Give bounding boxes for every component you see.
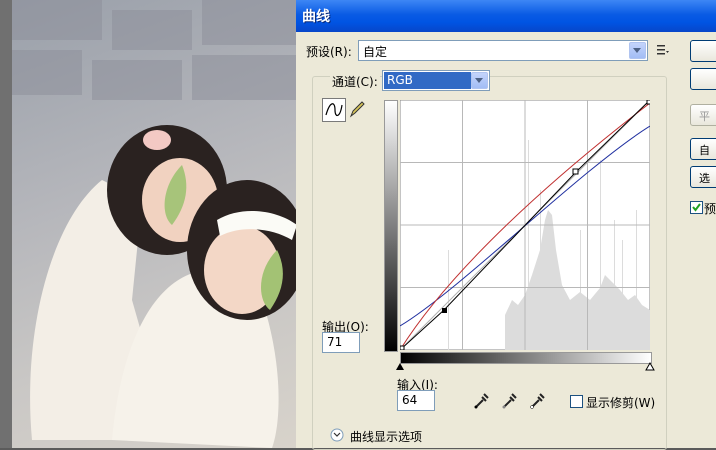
curve-options-label[interactable]: 曲线显示选项 — [350, 428, 422, 445]
options-button-label: 选 — [699, 172, 710, 185]
auto-button-label: 自 — [699, 144, 710, 157]
output-field[interactable]: 71 — [322, 332, 360, 353]
preset-menu-icon[interactable] — [656, 42, 670, 56]
smooth-button-label: 平 — [699, 110, 710, 123]
eyedropper-icon[interactable] — [500, 392, 518, 410]
curve-endpoint[interactable] — [646, 100, 650, 105]
options-button[interactable]: 选 — [690, 166, 716, 188]
smooth-button: 平 — [690, 104, 716, 126]
input-field[interactable]: 64 — [397, 390, 435, 411]
photo-illustration — [12, 0, 296, 448]
show-clipping-checkbox[interactable] — [570, 395, 583, 408]
active-point[interactable] — [442, 308, 447, 313]
preview-checkbox[interactable] — [690, 201, 703, 214]
input-gradient — [400, 352, 652, 364]
chevron-down-icon[interactable] — [629, 42, 646, 59]
preset-select[interactable]: 自定 — [358, 40, 648, 61]
dialog-title: 曲线 — [302, 9, 330, 25]
output-value: 71 — [327, 335, 343, 349]
show-clipping-label[interactable]: 显示修剪(W) — [586, 394, 655, 411]
preview-label[interactable]: 预 — [704, 200, 716, 217]
channel-label: 通道(C): — [330, 73, 380, 90]
curves-graph[interactable] — [400, 100, 650, 350]
photo-image — [12, 0, 296, 448]
preset-label: 预设(R): — [306, 45, 352, 59]
photo-canvas — [0, 0, 296, 448]
ok-button[interactable] — [690, 40, 716, 62]
pencil-icon — [349, 101, 365, 118]
eyedropper-icon[interactable] — [528, 392, 546, 410]
channel-value: RGB — [384, 72, 471, 89]
channel-select[interactable]: RGB — [382, 70, 490, 91]
pencil-tool-button[interactable] — [346, 98, 368, 120]
white-point-slider[interactable] — [645, 362, 655, 372]
curve-tool-button[interactable] — [322, 98, 346, 122]
input-value: 64 — [402, 393, 418, 407]
preset-value: 自定 — [363, 45, 388, 59]
chevron-down-icon[interactable] — [471, 72, 488, 89]
curves-dialog: 曲线 预设(R): 自定 通道(C): RGB 输出(O): 71 输入(I):… — [296, 0, 716, 450]
curve-startpoint[interactable] — [400, 345, 405, 350]
checkmark-icon — [692, 203, 701, 212]
title-bar[interactable]: 曲线 — [296, 0, 716, 32]
black-point-slider[interactable] — [395, 362, 405, 372]
curve-point[interactable] — [572, 168, 579, 175]
curve-tool-icon — [325, 103, 343, 116]
eyedropper-icon[interactable] — [472, 392, 490, 410]
chevron-down-icon[interactable] — [330, 428, 344, 442]
output-gradient — [384, 100, 398, 352]
auto-button[interactable]: 自 — [690, 138, 716, 160]
cancel-button[interactable] — [690, 68, 716, 90]
